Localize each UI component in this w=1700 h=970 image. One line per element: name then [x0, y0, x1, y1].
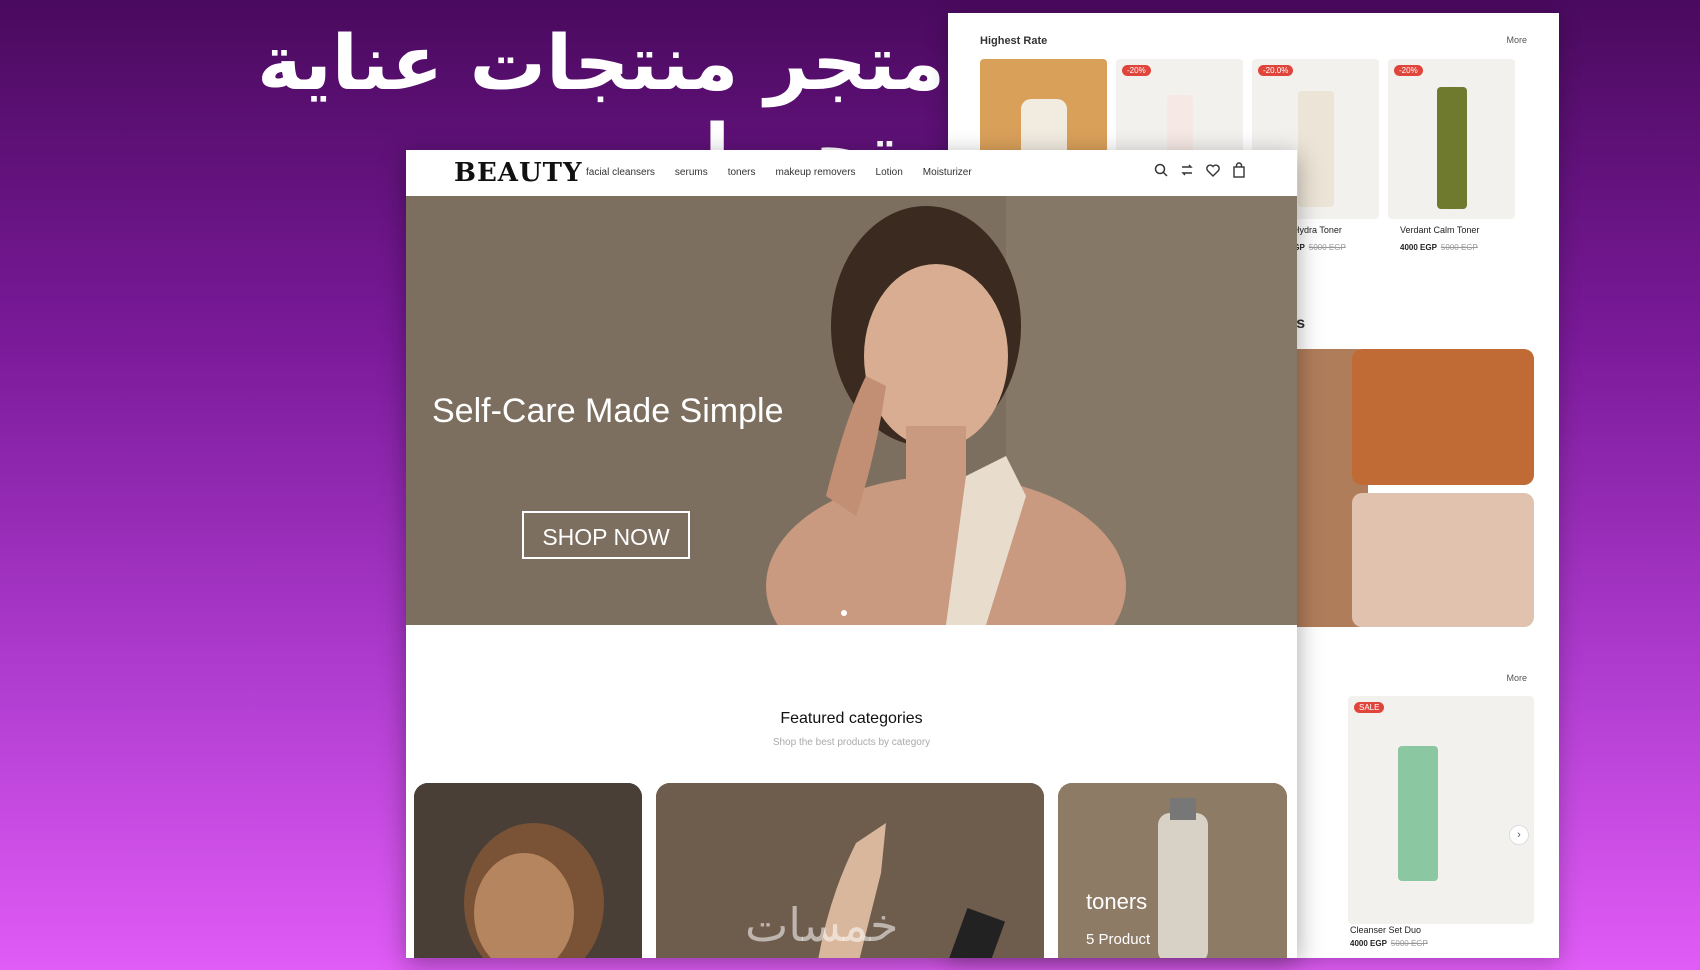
compare-icon[interactable]: [1179, 162, 1195, 178]
category-image: [414, 783, 642, 958]
nav-item-makeup-removers[interactable]: makeup removers: [776, 167, 856, 178]
carousel-dot[interactable]: [841, 610, 847, 616]
product-image: [1436, 87, 1467, 209]
featured-title: Featured categories: [780, 710, 923, 727]
featured-subtitle: Shop the best products by category: [772, 737, 931, 748]
product-price: 4000 EGP 5000 EGP: [1350, 939, 1428, 948]
nav-links: facial cleansers serums toners makeup re…: [586, 167, 972, 178]
product-name: Verdant Calm Toner: [1400, 225, 1480, 235]
product-card[interactable]: -20%: [1388, 59, 1515, 219]
chevron-right-icon[interactable]: ›: [1509, 825, 1529, 845]
nav-item-facial-cleansers[interactable]: facial cleansers: [586, 167, 655, 178]
discount-badge: -20%: [1394, 65, 1423, 76]
nav-item-moisturizer[interactable]: Moisturizer: [923, 167, 972, 178]
watermark-logo: خمسات: [745, 898, 899, 952]
hero-banner: Self-Care Made Simple SHOP NOW: [406, 196, 1297, 625]
shop-now-button[interactable]: SHOP NOW: [522, 511, 690, 559]
product-name: Hydra Toner: [1293, 225, 1342, 235]
category-label: toners: [1086, 889, 1148, 914]
category-card[interactable]: toners 5 Product: [1058, 783, 1287, 958]
nav-item-toners[interactable]: toners: [728, 167, 756, 178]
category-count: 5 Product: [1086, 931, 1151, 948]
search-icon[interactable]: [1153, 162, 1169, 178]
nav-item-lotion[interactable]: Lotion: [876, 167, 903, 178]
more-link[interactable]: More: [1506, 673, 1527, 683]
discount-badge: -20.0%: [1258, 65, 1294, 76]
logo[interactable]: BEAUTY: [454, 158, 583, 188]
nav-icons: [1153, 162, 1247, 178]
category-card[interactable]: [414, 783, 642, 958]
front-panel-screenshot: BEAUTY facial cleansers serums toners ma…: [406, 150, 1297, 958]
discount-badge: -20%: [1122, 65, 1151, 76]
product-price: 4000 EGP 5000 EGP: [1400, 243, 1478, 252]
more-link[interactable]: More: [1506, 35, 1527, 45]
sale-badge: SALE: [1354, 702, 1385, 713]
navbar: BEAUTY facial cleansers serums toners ma…: [406, 150, 1297, 196]
model-photo: [1352, 493, 1534, 627]
section-title-highest-rate: Highest Rate: [980, 35, 1048, 47]
product-name: Cleanser Set Duo: [1350, 925, 1422, 935]
product-image: [1297, 91, 1334, 207]
product-card[interactable]: SALE: [1348, 696, 1534, 924]
heart-icon[interactable]: [1205, 162, 1221, 178]
product-image: [1398, 746, 1438, 881]
model-photo: [1352, 349, 1534, 485]
hero-title: Self-Care Made Simple: [432, 392, 784, 430]
nav-item-serums[interactable]: serums: [675, 167, 708, 178]
bag-icon[interactable]: [1231, 162, 1247, 178]
